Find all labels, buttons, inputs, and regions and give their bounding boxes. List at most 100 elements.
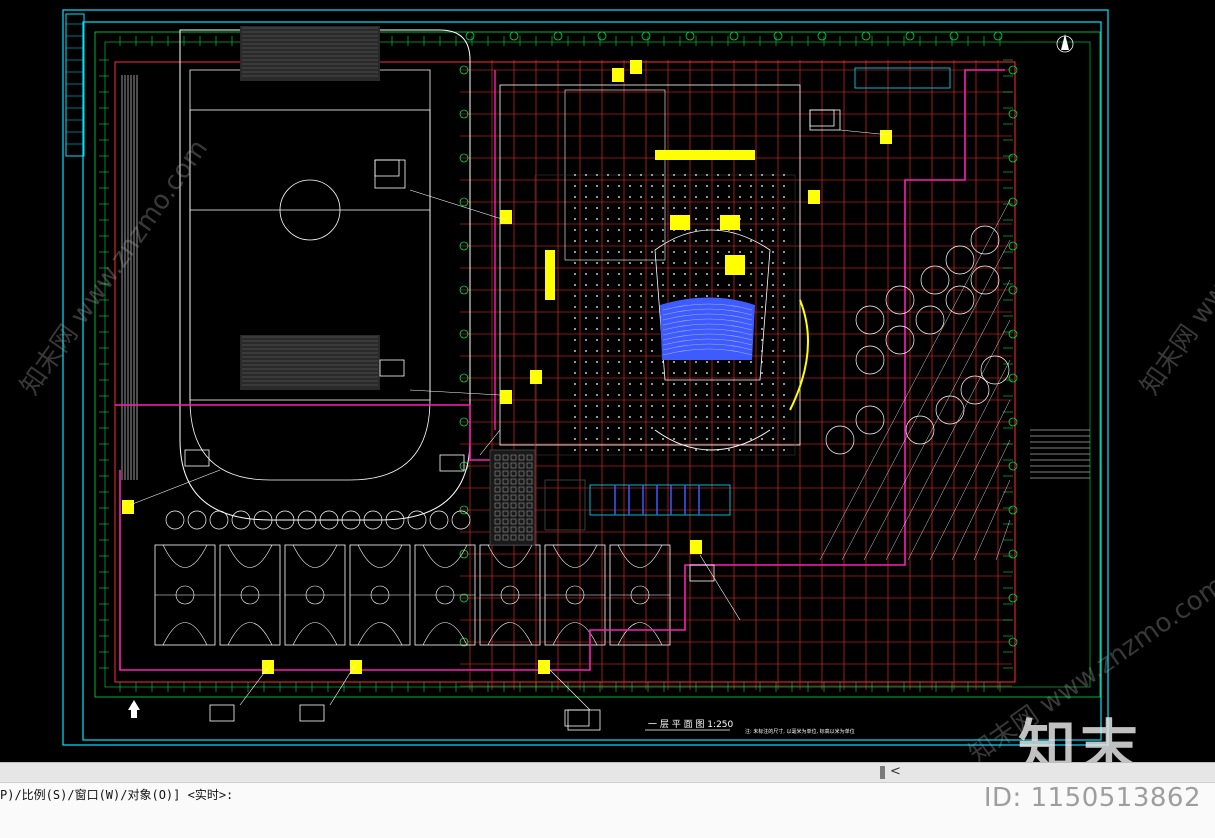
column-dot xyxy=(574,295,576,297)
axis-bubble xyxy=(773,31,783,41)
column-dot xyxy=(706,262,708,264)
column-dot xyxy=(574,317,576,319)
column-dot xyxy=(673,383,675,385)
column-dot xyxy=(607,207,609,209)
scroll-left-arrow[interactable]: < xyxy=(890,764,901,779)
axis-bubble xyxy=(993,31,1003,41)
column-dot xyxy=(618,427,620,429)
column-dot xyxy=(750,394,752,396)
column-dot xyxy=(640,207,642,209)
horizontal-scrollbar[interactable]: < xyxy=(0,762,1215,783)
penalty-area-top xyxy=(240,26,380,81)
tree-symbol xyxy=(915,305,945,335)
column-dot xyxy=(695,185,697,187)
column-dot xyxy=(618,383,620,385)
column-dot xyxy=(772,218,774,220)
column-dot xyxy=(607,449,609,451)
yellow-band xyxy=(655,150,755,160)
column-dot xyxy=(761,328,763,330)
column-dot xyxy=(761,174,763,176)
column-dot xyxy=(695,361,697,363)
tree-symbol xyxy=(165,510,185,530)
column-dot xyxy=(662,394,664,396)
column-dot xyxy=(673,405,675,407)
column-dot xyxy=(684,207,686,209)
column-dot xyxy=(739,240,741,242)
column-dot xyxy=(684,438,686,440)
column-dot xyxy=(695,405,697,407)
column-dot xyxy=(607,416,609,418)
column-dot xyxy=(673,449,675,451)
column-dot xyxy=(673,372,675,374)
column-dot xyxy=(618,339,620,341)
yellow-marker xyxy=(808,190,820,204)
column-dot xyxy=(585,229,587,231)
column-dot xyxy=(662,240,664,242)
column-dot xyxy=(706,405,708,407)
column-dot xyxy=(739,207,741,209)
column-dot xyxy=(574,339,576,341)
column-dot xyxy=(761,251,763,253)
court-arc-bottom xyxy=(292,622,338,646)
column-dot xyxy=(662,207,664,209)
landscape-line xyxy=(973,479,1011,561)
column-dot xyxy=(728,394,730,396)
axis-bubble xyxy=(509,31,519,41)
court-arc-top xyxy=(162,544,208,568)
axis-bubble xyxy=(905,31,915,41)
column-dot xyxy=(673,416,675,418)
tree-symbol xyxy=(231,510,251,530)
column-dot xyxy=(629,262,631,264)
column-dot xyxy=(651,394,653,396)
column-dot xyxy=(585,317,587,319)
column-dot xyxy=(651,240,653,242)
column-dot xyxy=(739,372,741,374)
column-dot xyxy=(607,317,609,319)
column-dot xyxy=(761,383,763,385)
column-dot xyxy=(629,207,631,209)
column-dot xyxy=(629,251,631,253)
column-dot xyxy=(772,174,774,176)
column-dot xyxy=(618,229,620,231)
column-dot xyxy=(772,317,774,319)
column-dot xyxy=(574,251,576,253)
column-dot xyxy=(662,383,664,385)
column-dot xyxy=(684,449,686,451)
column-dot xyxy=(728,361,730,363)
column-dot xyxy=(772,196,774,198)
sheet-note: 注: 未标注的尺寸, 以毫米为单位, 标高以米为单位 xyxy=(745,728,855,735)
column-dot xyxy=(607,383,609,385)
column-dot xyxy=(618,207,620,209)
yellow-marker xyxy=(538,660,550,674)
column-dot xyxy=(750,218,752,220)
column-dot xyxy=(673,174,675,176)
column-dot xyxy=(607,273,609,275)
tree-symbol xyxy=(429,510,449,530)
column-dot xyxy=(574,185,576,187)
column-dot xyxy=(640,427,642,429)
column-dot xyxy=(596,438,598,440)
column-dot xyxy=(783,240,785,242)
column-dot xyxy=(761,284,763,286)
column-dot xyxy=(695,416,697,418)
column-dot xyxy=(684,262,686,264)
column-dot xyxy=(706,240,708,242)
column-dot xyxy=(607,295,609,297)
column-dot xyxy=(640,262,642,264)
column-dot xyxy=(695,240,697,242)
column-dot xyxy=(739,438,741,440)
column-dot xyxy=(618,273,620,275)
column-dot xyxy=(618,284,620,286)
column-dot xyxy=(651,350,653,352)
column-dot xyxy=(651,449,653,451)
column-dot xyxy=(772,284,774,286)
column-dot xyxy=(651,196,653,198)
column-dot xyxy=(717,416,719,418)
column-dot xyxy=(717,372,719,374)
column-dot xyxy=(574,306,576,308)
drawing-canvas[interactable]: 一 层 平 面 图 1:250 注: 未标注的尺寸, 以毫米为单位, 标高以米为单… xyxy=(0,0,1215,762)
column-dot xyxy=(640,361,642,363)
scrollbar-thumb[interactable] xyxy=(880,766,885,779)
column-dot xyxy=(662,262,664,264)
left-title-strip xyxy=(65,13,85,157)
